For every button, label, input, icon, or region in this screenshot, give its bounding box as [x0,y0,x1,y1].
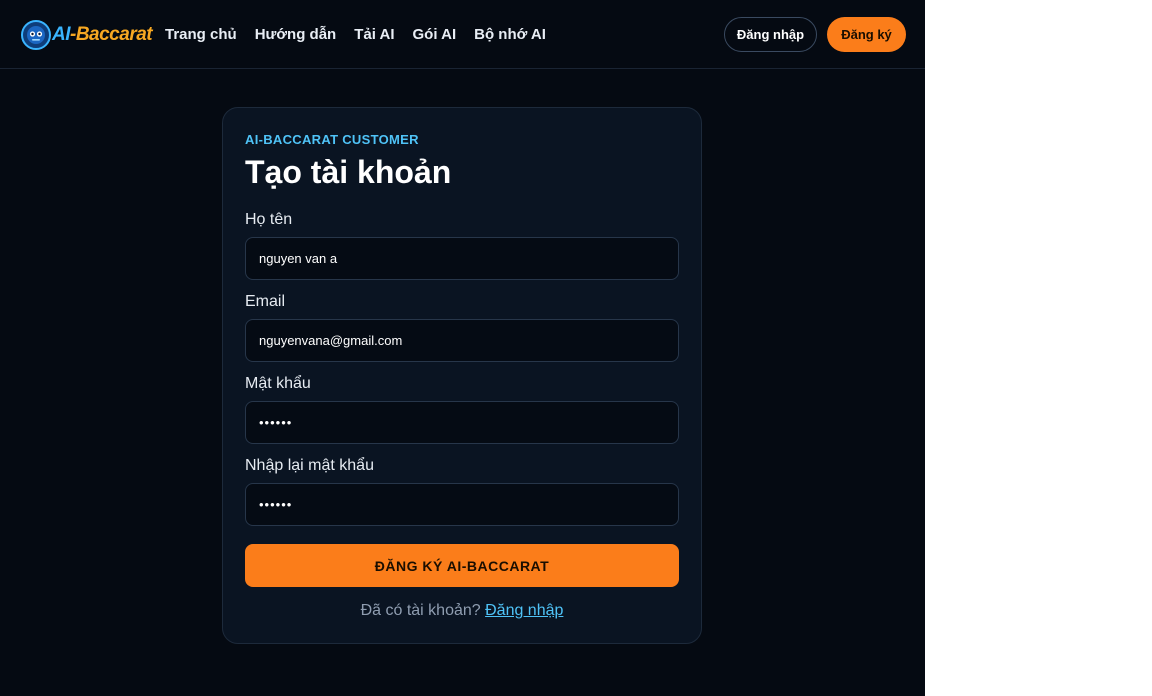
password-label: Mật khẩu [245,375,311,392]
brand-logo[interactable]: AI-Baccarat [20,19,153,51]
login-prompt: Đã có tài khoản? Đăng nhập [223,602,701,620]
login-link[interactable]: Đăng nhập [485,602,563,619]
brand-wordmark-ai: AI [52,24,71,45]
robot-logo-icon [21,20,51,50]
brand-wordmark-rest: -Baccarat [70,24,153,45]
brand-wordmark: AI-Baccarat [52,24,153,46]
page-title: Tạo tài khoản [245,154,452,190]
submit-register-button[interactable]: ĐĂNG KÝ AI-BACCARAT [245,544,679,587]
confirm-password-input[interactable] [245,483,679,526]
top-navbar: AI-Baccarat Trang chủ Hướng dẫn Tải AI G… [0,0,925,69]
header-register-button[interactable]: Đăng ký [827,17,906,52]
nav-item-guide[interactable]: Hướng dẫn [255,26,337,43]
password-input[interactable] [245,401,679,444]
have-account-text: Đã có tài khoản? [360,602,481,619]
nav-item-plans[interactable]: Gói AI [413,26,457,43]
app-root: AI-Baccarat Trang chủ Hướng dẫn Tải AI G… [0,0,925,696]
nav-item-memory[interactable]: Bộ nhớ AI [474,26,546,43]
confirm-password-label: Nhập lại mật khẩu [245,457,374,474]
email-input[interactable] [245,319,679,362]
register-card: AI-BACCARAT CUSTOMER Tạo tài khoản Họ tê… [222,107,702,644]
header-login-button[interactable]: Đăng nhập [724,17,817,52]
nav-item-download[interactable]: Tải AI [354,26,394,43]
fullname-input[interactable] [245,237,679,280]
nav-item-home[interactable]: Trang chủ [165,26,237,43]
email-label: Email [245,293,286,310]
main-nav: Trang chủ Hướng dẫn Tải AI Gói AI Bộ nhớ… [165,0,564,69]
card-eyebrow: AI-BACCARAT CUSTOMER [245,132,419,147]
fullname-label: Họ tên [245,211,293,228]
